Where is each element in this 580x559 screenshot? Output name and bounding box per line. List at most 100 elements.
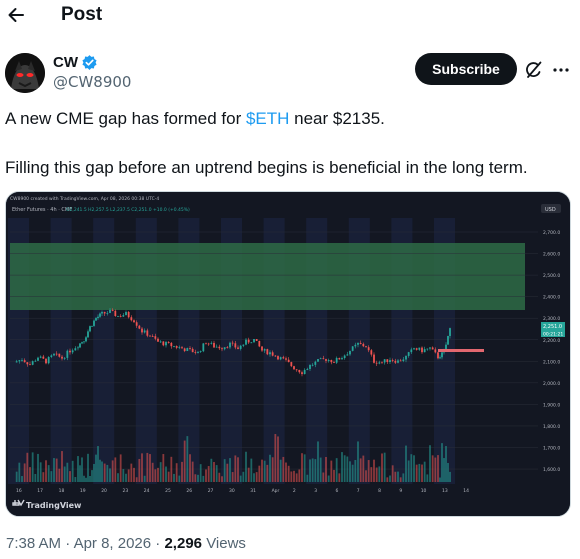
candle-body: [255, 339, 258, 341]
candle-body: [330, 359, 333, 363]
candle-body: [226, 347, 229, 349]
volume-bar: [447, 462, 449, 482]
candle-body: [449, 328, 451, 336]
candle-body: [234, 343, 237, 348]
candle-body: [31, 361, 34, 365]
volume-bar: [183, 440, 186, 482]
candle-body: [111, 309, 114, 311]
candle-body: [37, 357, 39, 361]
candle-body: [394, 360, 397, 363]
candle-body: [89, 326, 91, 332]
candle-body: [183, 348, 186, 352]
volume-bar: [399, 477, 402, 482]
post-text-end: near $2135.: [289, 109, 385, 128]
candle-body: [242, 344, 245, 346]
candle-body: [410, 349, 413, 353]
volume-bar: [106, 464, 109, 482]
time-tick-label: 7: [357, 488, 360, 494]
volume-bar: [63, 466, 66, 482]
author-handle[interactable]: @CW8900: [53, 73, 131, 91]
volume-bar: [61, 451, 63, 482]
candle-body: [391, 360, 394, 361]
candle-body: [157, 338, 159, 342]
candle-body: [91, 325, 93, 327]
volume-bar: [159, 462, 162, 482]
candle-body: [346, 354, 349, 356]
volume-bar: [114, 457, 117, 482]
volume-bar: [443, 458, 445, 482]
time-tick-label: 24: [144, 488, 150, 494]
volume-bar: [415, 464, 418, 482]
volume-bar: [135, 477, 138, 482]
candle-body: [191, 348, 194, 353]
post-date[interactable]: Apr 8, 2026: [74, 535, 152, 552]
volume-bar: [26, 452, 29, 482]
more-options-icon[interactable]: [552, 61, 570, 79]
grok-icon[interactable]: [525, 61, 543, 79]
volume-bar: [130, 463, 133, 482]
volume-bar: [391, 465, 394, 482]
volume-bar: [410, 454, 413, 482]
candle-body: [285, 358, 287, 360]
volume-bar: [167, 471, 170, 482]
countdown-label: 00:21:21: [543, 332, 563, 338]
subscribe-button[interactable]: Subscribe: [415, 53, 517, 85]
candle-body: [389, 360, 391, 363]
time-tick-label: 8: [378, 488, 381, 494]
candle-body: [71, 350, 74, 353]
candle-body: [359, 342, 362, 344]
volume-bar: [42, 472, 45, 482]
chart-symbol-line: Ether Futures · 4h · CME: [12, 207, 72, 213]
volume-bar: [141, 453, 143, 482]
volume-bar: [87, 453, 89, 482]
candle-body: [95, 318, 97, 321]
volume-bar: [386, 477, 389, 482]
volume-bar: [269, 454, 271, 482]
volume-bar: [229, 458, 231, 482]
time-tick-label: 13: [442, 488, 448, 494]
candle-body: [55, 353, 58, 355]
candle-body: [375, 362, 378, 364]
cashtag-link[interactable]: $ETH: [246, 109, 289, 128]
price-tick-label: 2,500.0: [543, 273, 560, 279]
volume-bar: [95, 454, 97, 482]
volume-bar: [367, 460, 370, 482]
candle-body: [99, 313, 101, 317]
volume-bar: [138, 458, 141, 482]
tradingview-brand: TradingView: [26, 501, 82, 510]
candle-body: [63, 357, 66, 359]
candle-body: [162, 341, 165, 346]
candle-body: [263, 349, 266, 351]
post-time[interactable]: 7:38 AM: [6, 535, 61, 552]
price-tick-label: 2,200.0: [543, 338, 560, 344]
volume-bar: [381, 453, 383, 482]
candle-body: [213, 342, 215, 348]
volume-bar: [429, 445, 431, 482]
volume-bar: [175, 463, 178, 482]
volume-bar: [221, 476, 223, 482]
author-name[interactable]: CW: [53, 54, 78, 71]
volume-bar: [317, 441, 319, 482]
candle-body: [261, 346, 263, 351]
volume-bar: [165, 466, 167, 482]
volume-bar: [210, 458, 213, 482]
candle-body: [298, 369, 301, 373]
candle-body: [117, 315, 119, 317]
candle-body: [349, 350, 351, 355]
volume-bar: [186, 436, 189, 482]
candle-body: [167, 342, 170, 343]
page-title: Post: [61, 4, 103, 25]
back-arrow-icon[interactable]: [6, 4, 26, 26]
chart-currency: USD: [545, 207, 556, 213]
volume-bar: [357, 441, 359, 482]
volume-bar: [266, 464, 269, 482]
chart-image[interactable]: CW8900 created with TradingView.com, Apr…: [5, 191, 571, 517]
candle-body: [205, 343, 207, 345]
candle-body: [231, 342, 234, 344]
candle-body: [146, 330, 149, 336]
candle-body: [133, 320, 135, 323]
candle-body: [279, 357, 282, 360]
avatar[interactable]: [5, 53, 45, 93]
volume-bar: [173, 473, 175, 482]
candle-body: [274, 355, 277, 357]
